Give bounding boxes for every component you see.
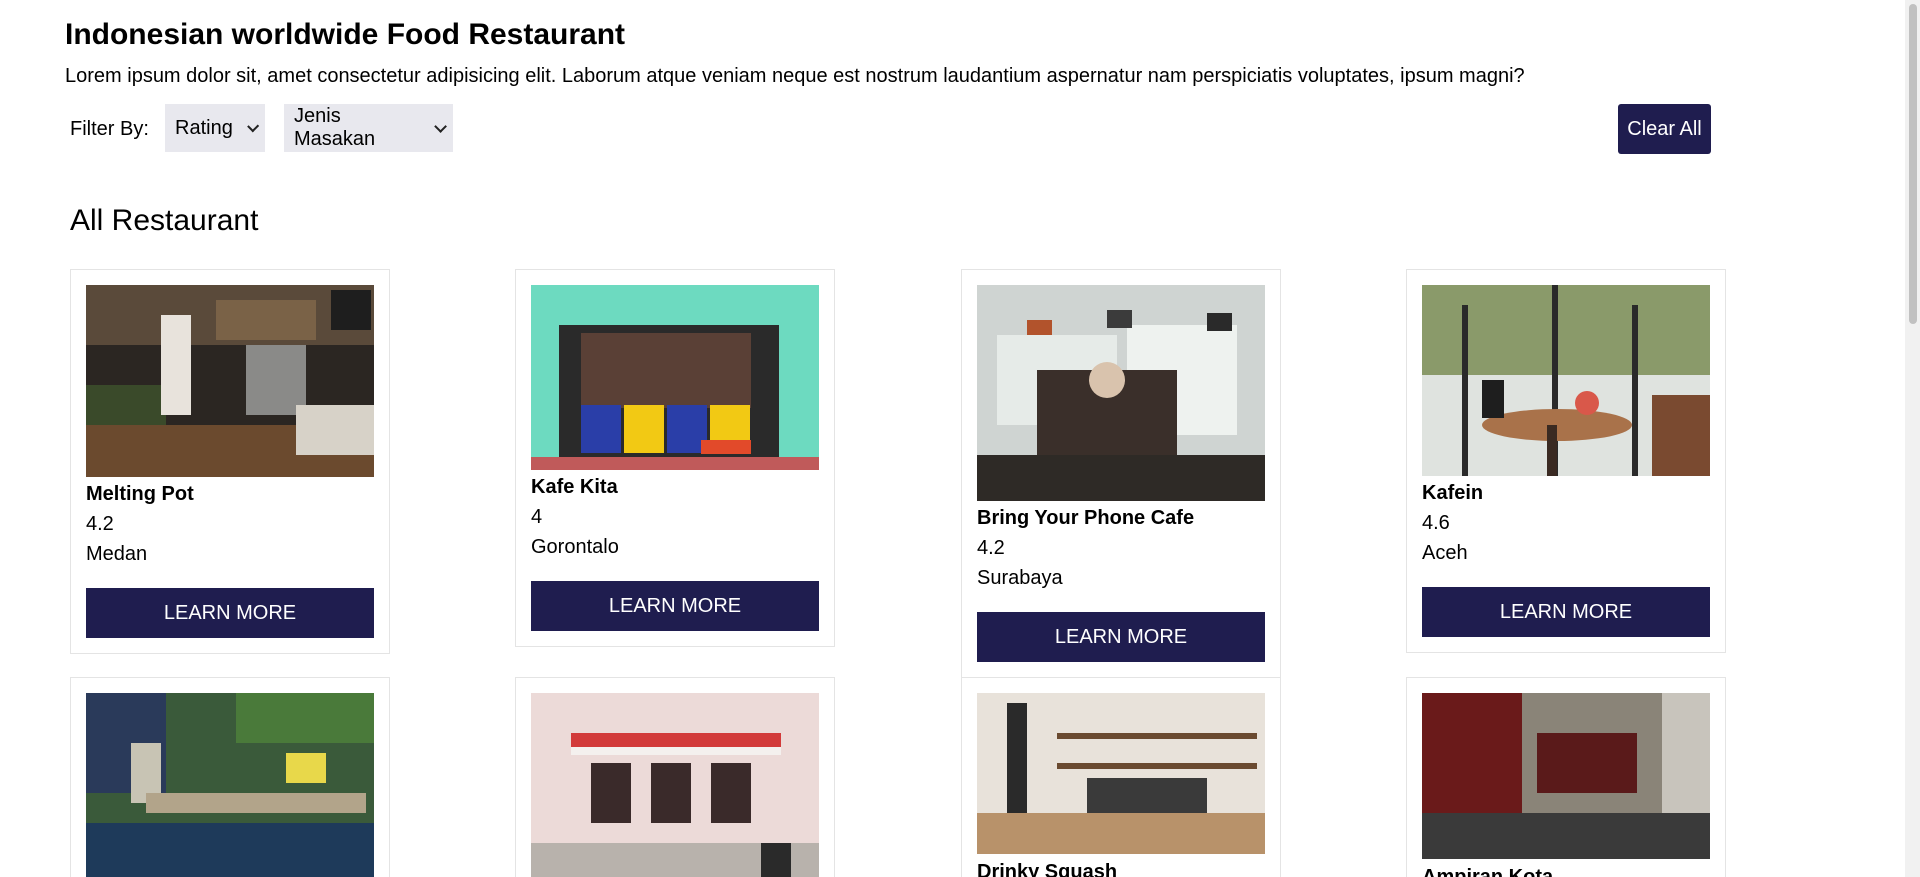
- learn-more-button[interactable]: LEARN MORE: [531, 581, 819, 631]
- restaurant-city: Medan: [86, 543, 148, 565]
- restaurant-image: [977, 693, 1265, 854]
- restaurant-name: Drinky Squash: [977, 861, 1118, 877]
- learn-more-button[interactable]: LEARN MORE: [977, 612, 1265, 662]
- page-description: Lorem ipsum dolor sit, amet consectetur …: [65, 65, 1525, 87]
- restaurant-image: [1422, 693, 1710, 859]
- page: Indonesian worldwide Food Restaurant Lor…: [0, 0, 1905, 877]
- restaurant-card: [70, 677, 390, 877]
- restaurant-rating: 4.2: [86, 513, 114, 535]
- restaurant-city: Aceh: [1422, 542, 1468, 564]
- restaurant-city: Gorontalo: [531, 536, 619, 558]
- restaurant-card: Drinky Squash: [961, 677, 1281, 877]
- restaurant-name: Bring Your Phone Cafe: [977, 507, 1195, 529]
- rating-select-value: Rating: [175, 116, 233, 139]
- restaurant-name: Kafein: [1422, 482, 1484, 504]
- restaurant-card: Ampiran Kota: [1406, 677, 1726, 877]
- restaurant-rating: 4.2: [977, 537, 1005, 559]
- restaurant-card: Kafein 4.6 Aceh LEARN MORE: [1406, 269, 1726, 653]
- restaurant-image: [531, 285, 819, 470]
- restaurant-rating: 4.6: [1422, 512, 1450, 534]
- page-scrollbar[interactable]: [1905, 0, 1920, 877]
- restaurant-image: [531, 693, 819, 877]
- restaurant-city: Surabaya: [977, 567, 1063, 589]
- cuisine-select[interactable]: Jenis Masakan: [284, 104, 453, 152]
- restaurant-card: Melting Pot 4.2 Medan LEARN MORE: [70, 269, 390, 654]
- restaurant-name: Melting Pot: [86, 483, 194, 505]
- rating-select[interactable]: Rating: [165, 104, 265, 152]
- restaurant-name: Ampiran Kota: [1422, 866, 1554, 877]
- restaurant-image: [86, 693, 374, 877]
- restaurant-rating: 4: [531, 506, 543, 528]
- restaurant-image: [1422, 285, 1710, 476]
- chevron-down-icon: [246, 119, 260, 132]
- scrollbar-thumb[interactable]: [1909, 4, 1917, 324]
- restaurant-card: Kafe Kita 4 Gorontalo LEARN MORE: [515, 269, 835, 647]
- restaurant-card: Bring Your Phone Cafe 4.2 Surabaya LEARN…: [961, 269, 1281, 678]
- cuisine-select-value: Jenis Masakan: [294, 105, 376, 150]
- learn-more-button[interactable]: LEARN MORE: [86, 588, 374, 638]
- restaurant-image: [86, 285, 374, 477]
- section-title: All Restaurant: [70, 204, 259, 237]
- clear-all-button[interactable]: Clear All: [1618, 104, 1711, 154]
- restaurant-card: [515, 677, 835, 877]
- filter-label: Filter By:: [70, 118, 149, 140]
- restaurant-image: [977, 285, 1265, 501]
- page-title: Indonesian worldwide Food Restaurant: [65, 18, 626, 51]
- chevron-down-icon: [434, 119, 448, 133]
- learn-more-button[interactable]: LEARN MORE: [1422, 587, 1710, 637]
- restaurant-name: Kafe Kita: [531, 476, 618, 498]
